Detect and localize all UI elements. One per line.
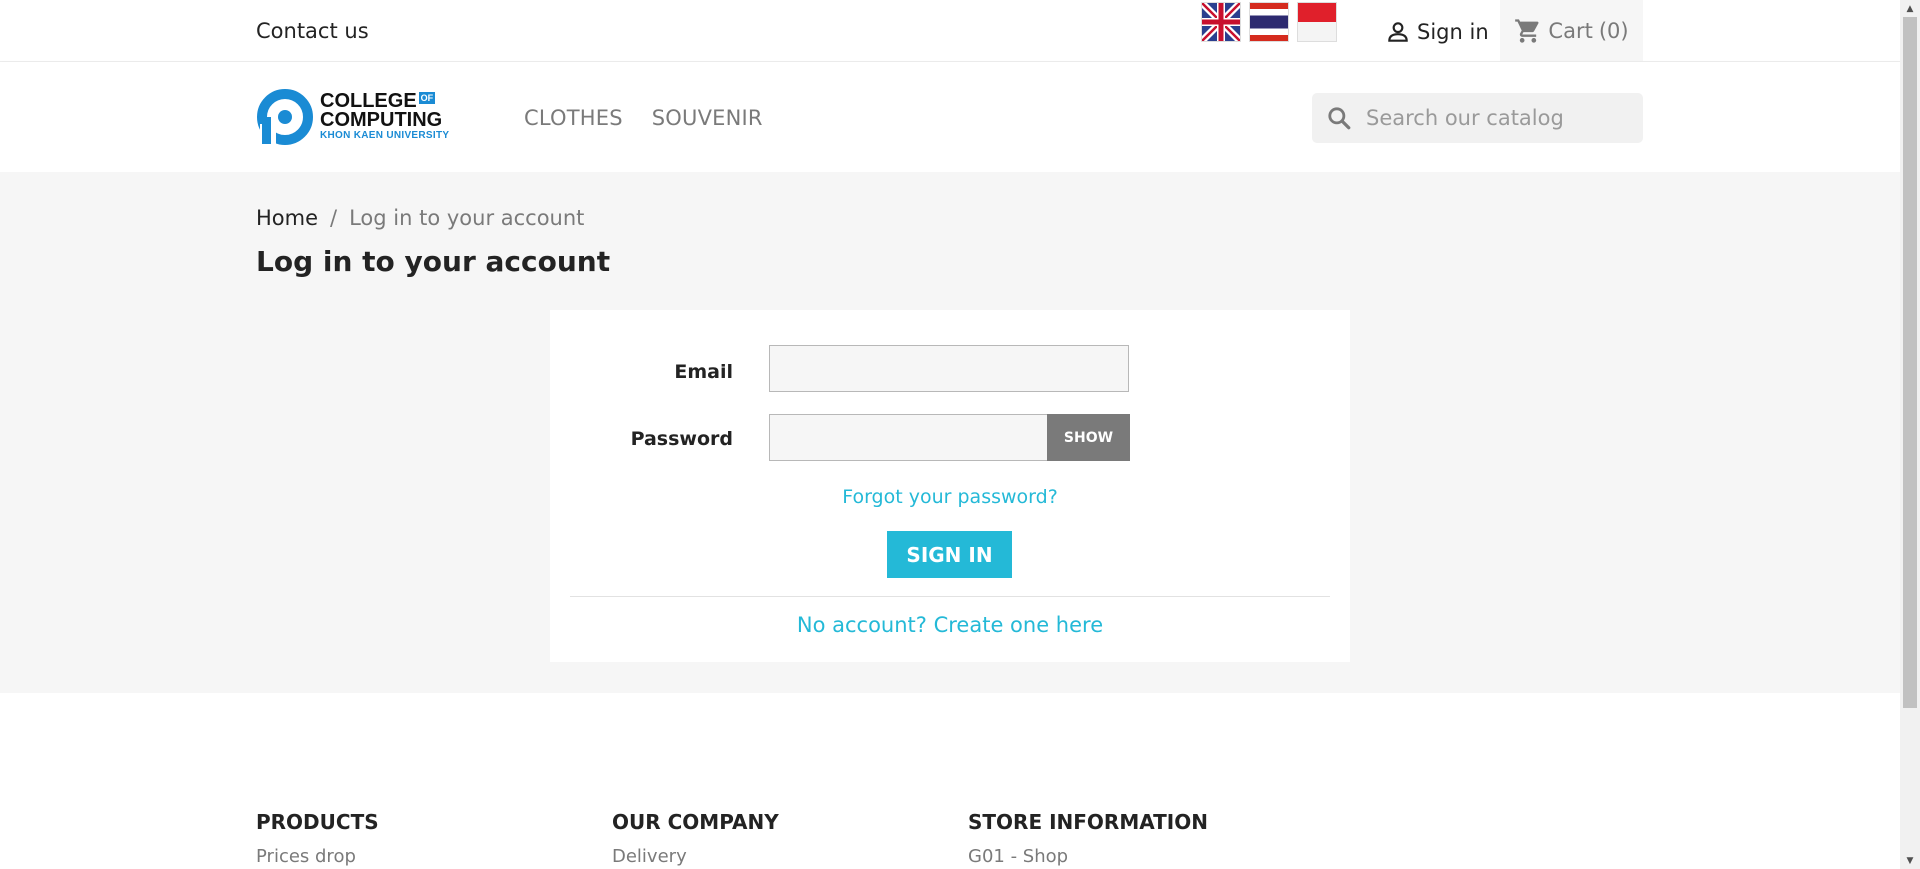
page-title: Log in to your account (256, 245, 611, 278)
main-nav: CLOTHES SOUVENIR (524, 106, 763, 130)
sign-in-label: Sign in (1417, 20, 1489, 44)
sign-in-button[interactable]: SIGN IN (887, 531, 1012, 578)
flag-thai-icon[interactable] (1249, 2, 1289, 42)
footer-store-information: STORE INFORMATION G01 - Shop (968, 810, 1208, 867)
breadcrumb: Home / Log in to your account (256, 206, 584, 230)
main-content: Home / Log in to your account Log in to … (0, 172, 1900, 693)
search-input[interactable] (1364, 105, 1638, 131)
flag-english-icon[interactable] (1201, 2, 1241, 42)
footer-products: PRODUCTS Prices drop (256, 810, 379, 867)
logo-line-3: KHON KAEN UNIVERSITY (320, 130, 450, 141)
search-box (1312, 93, 1643, 143)
logo-of: OF (418, 92, 436, 104)
page: Contact us Sign in Cart (0) COLLEGE OF C… (0, 0, 1900, 869)
scrollbar-thumb[interactable] (1903, 17, 1917, 708)
footer-heading-company: OUR COMPANY (612, 810, 779, 834)
breadcrumb-current: Log in to your account (349, 206, 585, 230)
contact-us-link[interactable]: Contact us (256, 19, 369, 43)
top-bar: Contact us Sign in Cart (0) (0, 0, 1900, 62)
vertical-scrollbar[interactable]: ▲ ▼ (1900, 0, 1920, 869)
sign-in-link[interactable]: Sign in (1385, 19, 1489, 45)
nav-clothes[interactable]: CLOTHES (524, 106, 623, 130)
password-label: Password (630, 428, 733, 450)
college-logo-icon (257, 89, 313, 146)
show-password-button[interactable]: SHOW (1047, 414, 1130, 461)
cart-count: (0) (1598, 18, 1629, 43)
cart-label: Cart (1548, 18, 1593, 43)
footer-link-shop[interactable]: G01 - Shop (968, 846, 1208, 867)
footer-heading-products: PRODUCTS (256, 810, 379, 834)
forgot-password-link[interactable]: Forgot your password? (550, 486, 1350, 508)
nav-souvenir[interactable]: SOUVENIR (652, 106, 763, 130)
scroll-down-arrow-icon[interactable]: ▼ (1900, 852, 1920, 869)
password-field[interactable] (769, 414, 1048, 461)
footer-company: OUR COMPANY Delivery (612, 810, 779, 867)
footer-link-prices-drop[interactable]: Prices drop (256, 846, 379, 867)
breadcrumb-separator: / (330, 206, 338, 230)
create-account-link[interactable]: No account? Create one here (550, 613, 1350, 637)
cart-button[interactable]: Cart (0) (1500, 0, 1643, 61)
header: COLLEGE OF COMPUTING KHON KAEN UNIVERSITY… (0, 62, 1900, 172)
flag-indonesian-icon[interactable] (1297, 2, 1337, 42)
search-icon[interactable] (1324, 103, 1354, 133)
logo-text: COLLEGE OF COMPUTING KHON KAEN UNIVERSITY (320, 91, 450, 142)
email-field[interactable] (769, 345, 1129, 392)
email-label: Email (674, 361, 733, 383)
login-card: Email Password SHOW Forgot your password… (550, 310, 1350, 662)
user-icon (1388, 22, 1408, 42)
language-selector (1201, 2, 1337, 42)
shopping-cart-icon (1515, 18, 1539, 43)
footer: PRODUCTS Prices drop OUR COMPANY Deliver… (0, 693, 1900, 869)
footer-link-delivery[interactable]: Delivery (612, 846, 779, 867)
logo-line-2: COMPUTING (320, 109, 443, 131)
store-logo[interactable]: COLLEGE OF COMPUTING KHON KAEN UNIVERSITY (256, 86, 456, 148)
breadcrumb-home[interactable]: Home (256, 206, 318, 230)
footer-heading-store: STORE INFORMATION (968, 810, 1208, 834)
scroll-up-arrow-icon[interactable]: ▲ (1900, 0, 1920, 17)
divider (570, 596, 1330, 597)
